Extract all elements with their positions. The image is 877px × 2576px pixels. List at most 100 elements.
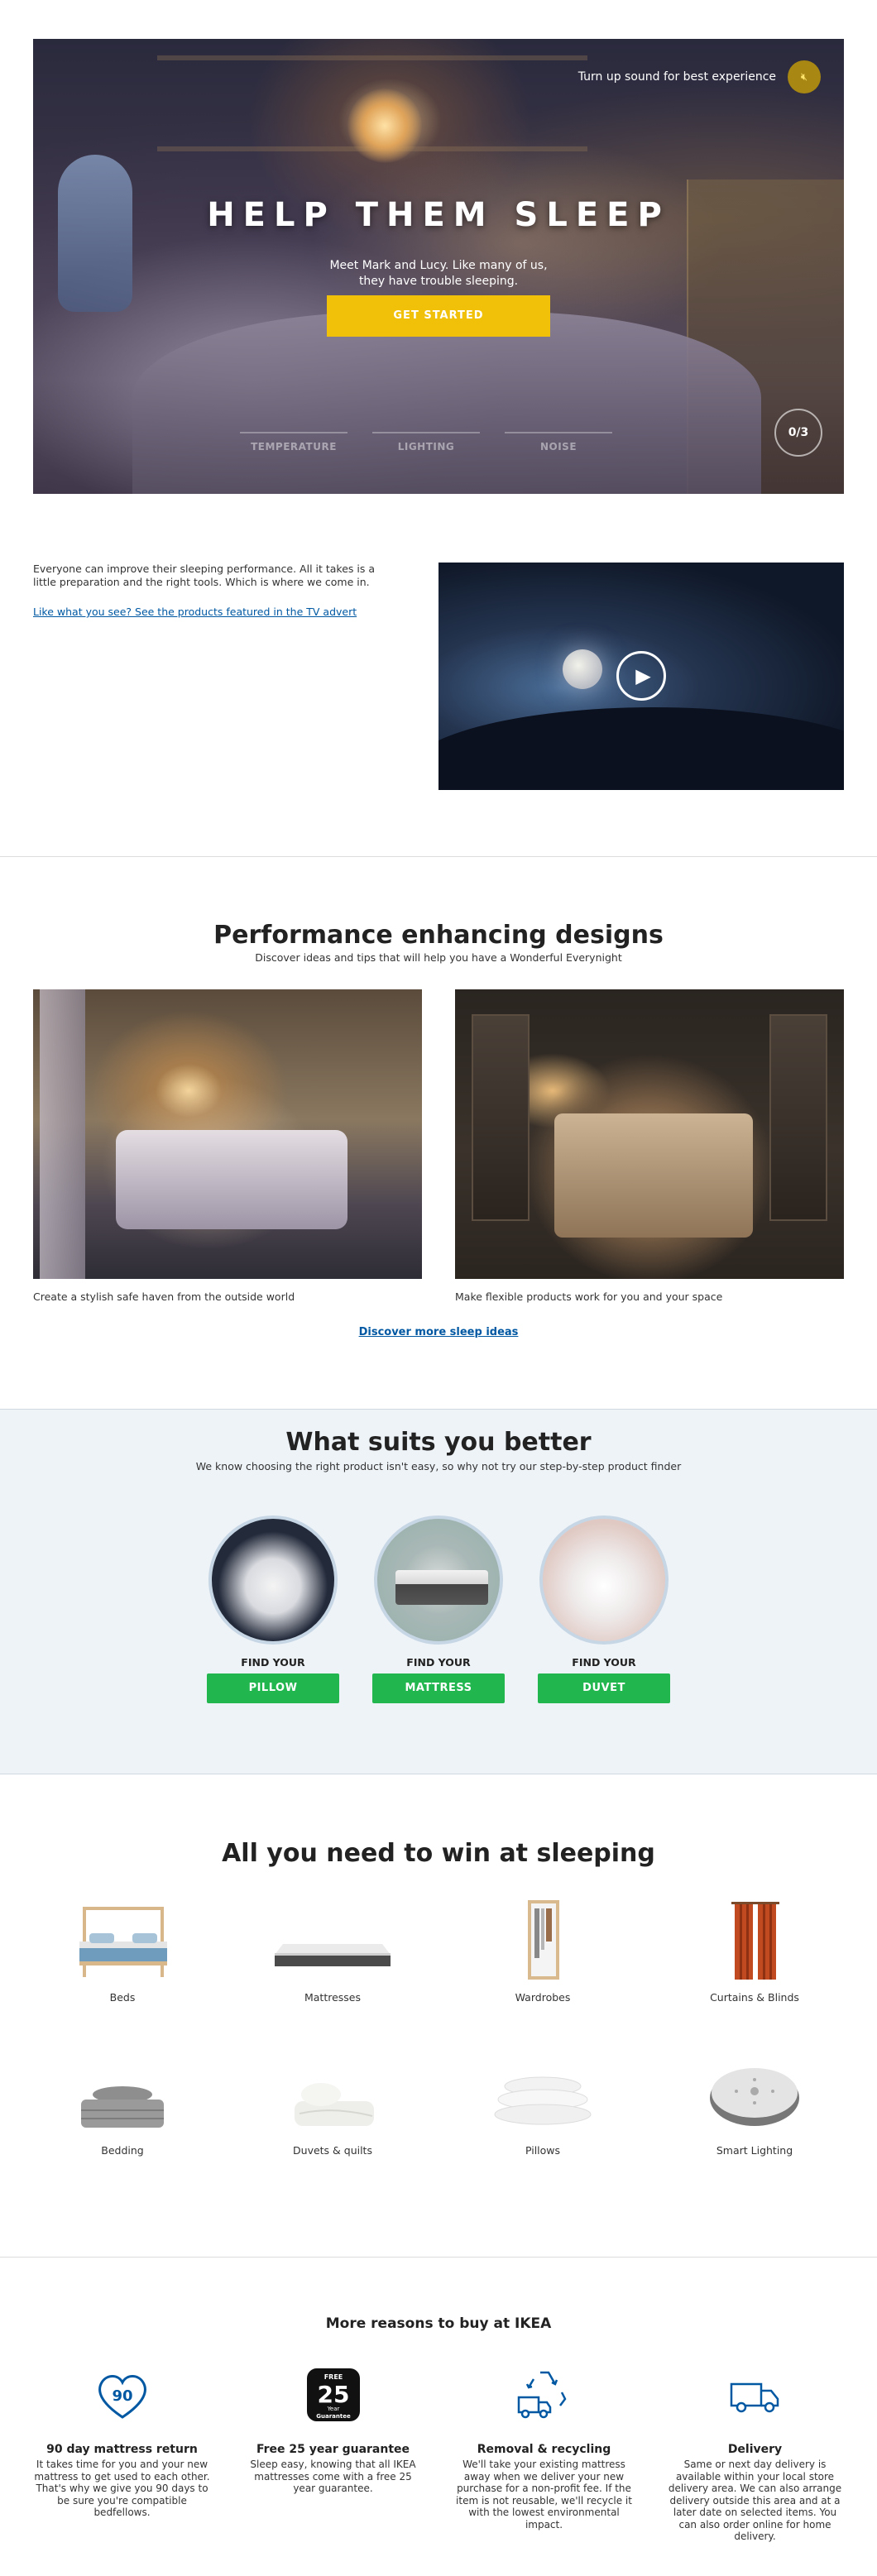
get-started-button[interactable]: GET STARTED [327,295,550,337]
category-duvets-quilts[interactable]: Duvets & quilts [250,2052,415,2157]
tab-label: NOISE [539,441,577,452]
hero-subtitle-line: they have trouble sleeping. [358,275,519,288]
intro-text: Everyone can improve their sleeping perf… [33,563,376,588]
tab-temperature[interactable]: TEMPERATURE [240,432,347,452]
finder-title: What suits you better [285,1428,592,1457]
reason-guarantee: FREE 25 Year Guarantee Free 25 year guar… [244,2366,422,2495]
finder-pillow: FIND YOUR PILLOW [207,1515,339,1703]
wardrobe-shape [769,1014,827,1221]
sound-hint-text: Turn up sound for best experience [577,70,776,84]
category-label: Smart Lighting [716,2144,793,2157]
duvet-icon [250,2052,415,2126]
divider [0,856,877,857]
category-wardrobes[interactable]: Wardrobes [460,1898,625,2004]
category-beds[interactable]: Beds [40,1898,205,2004]
tv-advert-products-link[interactable]: Like what you see? See the products feat… [33,606,357,618]
tab-label: TEMPERATURE [251,441,337,452]
badge-number: 90 [112,2387,132,2405]
hero-title: HELP THEM SLEEP [207,196,670,234]
reason-mattress-return: 90 90 day mattress return It takes time … [33,2366,211,2519]
reason-text: We'll take your existing mattress away w… [456,2459,632,2531]
mattress-icon [250,1898,415,1973]
design-caption: Make flexible products work for you and … [455,1290,723,1303]
chapter-counter: 0/3 [774,409,822,457]
category-label: Curtains & Blinds [710,1991,799,2004]
reason-title: Free 25 year guarantee [256,2443,410,2456]
discover-sleep-ideas-link[interactable]: Discover more sleep ideas [0,1326,877,1338]
find-duvet-button[interactable]: DUVET [538,1673,670,1703]
bedding-icon [40,2052,205,2128]
moon-image [563,649,602,689]
category-pillows[interactable]: Pillows [460,2052,625,2157]
category-label: Pillows [525,2144,561,2157]
badge-mid: Year [326,2406,339,2412]
find-pillow-button[interactable]: PILLOW [207,1673,339,1703]
finder-label: FIND YOUR [572,1656,636,1669]
bed-shape [116,1130,347,1229]
hero-video-banner[interactable]: Turn up sound for best experience 🔇︎ HEL… [33,39,844,494]
category-mattresses[interactable]: Mattresses [250,1898,415,2004]
bed-shape [554,1113,753,1238]
duvet-image[interactable] [539,1515,669,1645]
curtains-icon [672,1898,837,1980]
guarantee-badge-icon: FREE 25 Year Guarantee [244,2366,422,2424]
finder-duvet: FIND YOUR DUVET [538,1515,670,1703]
finder-label: FIND YOUR [241,1656,305,1669]
curtain-shape [40,989,85,1279]
category-label: Duvets & quilts [293,2144,372,2157]
reason-text: Same or next day delivery is available w… [668,2459,842,2542]
design-image-bedroom-light[interactable] [33,989,422,1279]
badge-top: FREE [323,2373,343,2381]
bed-icon [40,1898,205,1977]
90-day-heart-icon: 90 [33,2366,211,2424]
design-image-bedroom-dark[interactable] [455,989,844,1279]
mute-toggle-icon[interactable]: 🔇︎ [788,60,821,93]
lamp-glow [347,89,422,163]
hero-subtitle-line: Meet Mark and Lucy. Like many of us, [329,259,548,272]
pillow-image[interactable] [208,1515,338,1645]
badge-num: 25 [317,2381,349,2408]
reason-title: Delivery [727,2443,783,2456]
category-label: Wardrobes [515,1991,571,2004]
category-smart-lighting[interactable]: Smart Lighting [672,2052,837,2157]
category-label: Bedding [101,2144,144,2157]
reason-delivery: Delivery Same or next day delivery is av… [666,2366,844,2543]
hero-subtitle: Meet Mark and Lucy. Like many of us, the… [33,258,844,290]
finder-mattress: FIND YOUR MATTRESS [372,1515,505,1703]
finder-label: FIND YOUR [406,1656,471,1669]
tab-label: LIGHTING [397,441,455,452]
tab-noise[interactable]: NOISE [505,432,612,452]
category-label: Mattresses [304,1991,362,2004]
recycling-truck-icon [455,2366,633,2424]
video-player[interactable]: ▶ [438,563,844,790]
pillows-icon [460,2052,625,2126]
find-mattress-button[interactable]: MATTRESS [372,1673,505,1703]
smart-light-icon [672,2052,837,2126]
reason-removal-recycling: Removal & recycling We'll take your exis… [455,2366,633,2531]
designs-title: Performance enhancing designs [213,921,664,950]
hero-chapter-tabs: TEMPERATURE LIGHTING NOISE [240,432,612,452]
divider [0,2257,877,2258]
categories-title: All you need to win at sleeping [222,1839,655,1868]
category-label: Beds [109,1991,136,2004]
shelf [157,55,587,60]
wardrobe-icon [460,1898,625,1980]
sound-hint: Turn up sound for best experience 🔇︎ [578,60,821,93]
mattress-image[interactable] [374,1515,503,1645]
delivery-truck-icon [666,2366,844,2424]
reason-title: 90 day mattress return [46,2443,198,2456]
reasons-title: More reasons to buy at IKEA [325,2315,552,2332]
reason-text: It takes time for you and your new mattr… [34,2459,210,2518]
category-bedding[interactable]: Bedding [40,2052,205,2157]
category-curtains-blinds[interactable]: Curtains & Blinds [672,1898,837,2004]
play-icon[interactable]: ▶ [616,651,666,701]
bed-shape [132,312,761,494]
product-finder: What suits you better We know choosing t… [0,1409,877,1774]
hill-silhouette [438,707,844,790]
badge-bottom: Guarantee [316,2413,351,2420]
reason-text: Sleep easy, knowing that all IKEA mattre… [250,2459,416,2494]
tab-lighting[interactable]: LIGHTING [372,432,480,452]
finder-subtitle: We know choosing the right product isn't… [195,1460,682,1472]
reason-title: Removal & recycling [477,2443,611,2456]
design-caption: Create a stylish safe haven from the out… [33,1290,295,1303]
